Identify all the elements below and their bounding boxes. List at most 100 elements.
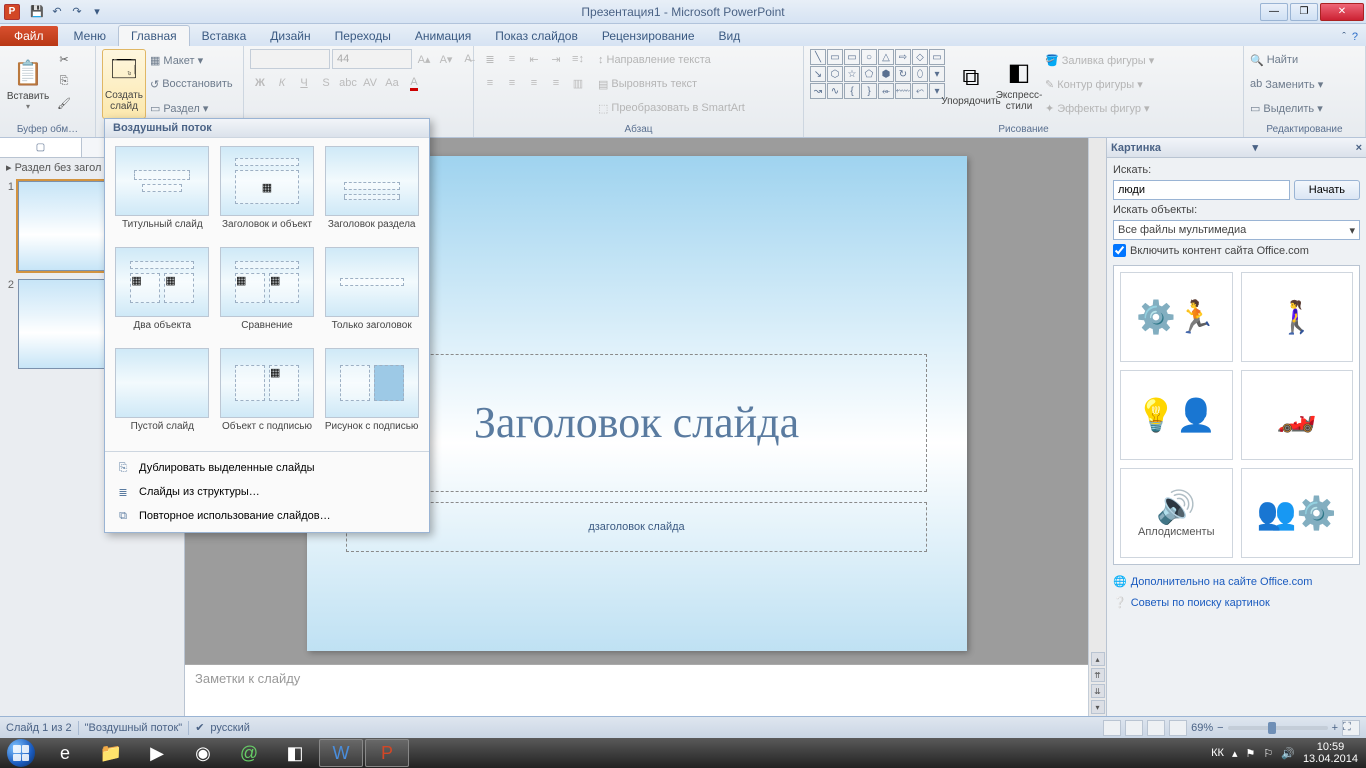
grow-font-icon[interactable]: A▴ — [414, 49, 434, 69]
select-button[interactable]: ▭Выделить ▾ — [1250, 97, 1323, 119]
tray-network-icon[interactable]: ⚑ — [1245, 747, 1255, 760]
find-button[interactable]: 🔍Найти — [1250, 49, 1323, 71]
shape-effects-button[interactable]: ✦Эффекты фигур ▾ — [1045, 97, 1154, 119]
search-input[interactable] — [1113, 180, 1290, 200]
zoom-slider[interactable] — [1228, 726, 1328, 730]
sorter-view-icon[interactable] — [1125, 720, 1143, 736]
tab-slideshow[interactable]: Показ слайдов — [483, 26, 590, 46]
copy-icon[interactable]: ⎘ — [54, 71, 74, 91]
taskpane-dropdown-icon[interactable]: ▾ — [1253, 141, 1259, 154]
layout-picture-caption[interactable]: Рисунок с подписью — [322, 348, 421, 443]
bold-icon[interactable]: Ж — [250, 73, 270, 93]
strike-icon[interactable]: S — [316, 73, 336, 93]
quick-styles-button[interactable]: ◧ Экспресс-стили — [997, 49, 1041, 119]
layout-title-only[interactable]: Только заголовок — [322, 247, 421, 342]
next-slide-icon[interactable]: ⇊ — [1091, 684, 1105, 698]
clip-item[interactable]: 🚶‍♀️ — [1241, 272, 1354, 362]
justify-icon[interactable]: ≡ — [546, 73, 566, 93]
shape-outline-button[interactable]: ✎Контур фигуры ▾ — [1045, 73, 1154, 95]
taskpane-close-icon[interactable]: × — [1356, 142, 1362, 154]
title-placeholder[interactable]: Заголовок слайда — [346, 354, 927, 493]
layout-title-content[interactable]: ▦Заголовок и объект — [218, 146, 317, 241]
cut-icon[interactable]: ✂ — [54, 49, 74, 69]
taskbar-chrome-icon[interactable]: ◉ — [181, 739, 225, 767]
undo-icon[interactable]: ↶ — [48, 3, 66, 21]
align-left-icon[interactable]: ≡ — [480, 73, 500, 93]
arrange-button[interactable]: ⧉ Упорядочить — [949, 49, 993, 119]
tab-view[interactable]: Вид — [707, 26, 753, 46]
tray-flag-icon[interactable]: ▴ — [1232, 747, 1238, 760]
status-language[interactable]: русский — [210, 722, 249, 734]
format-painter-icon[interactable]: 🖌 — [54, 93, 74, 113]
italic-icon[interactable]: К — [272, 73, 292, 93]
office-more-link[interactable]: 🌐Дополнительно на сайте Office.com — [1113, 573, 1360, 590]
tray-lang[interactable]: КК — [1211, 747, 1224, 759]
slides-from-outline-item[interactable]: ≣Слайды из структуры… — [105, 480, 429, 504]
slideshow-view-icon[interactable] — [1169, 720, 1187, 736]
font-name-combo[interactable] — [250, 49, 330, 69]
numbering-icon[interactable]: ≡ — [502, 49, 522, 69]
close-button[interactable]: ✕ — [1320, 3, 1364, 21]
smartart-button[interactable]: ⬚Преобразовать в SmartArt — [598, 97, 745, 119]
inc-indent-icon[interactable]: ⇥ — [546, 49, 566, 69]
new-slide-button[interactable]: 🗔 Создать слайд — [102, 49, 146, 119]
taskbar-explorer-icon[interactable]: 📁 — [89, 739, 133, 767]
layout-title-slide[interactable]: Титульный слайд — [113, 146, 212, 241]
align-text-button[interactable]: ▤Выровнять текст — [598, 73, 745, 95]
normal-view-icon[interactable] — [1103, 720, 1121, 736]
prev-slide-icon[interactable]: ⇈ — [1091, 668, 1105, 682]
objects-select[interactable]: Все файлы мультимедиа▾ — [1113, 220, 1360, 240]
vertical-scrollbar[interactable]: ▴ ⇈ ⇊ ▾ — [1088, 138, 1106, 716]
tab-design[interactable]: Дизайн — [258, 26, 322, 46]
clip-item[interactable]: ⚙️🏃 — [1120, 272, 1233, 362]
search-tips-link[interactable]: ❔Советы по поиску картинок — [1113, 594, 1360, 611]
tray-clock[interactable]: 10:5913.04.2014 — [1303, 741, 1358, 765]
office-content-checkbox[interactable]: Включить контент сайта Office.com — [1113, 244, 1360, 257]
slides-tab[interactable]: ▢ — [0, 138, 82, 157]
scroll-down-icon[interactable]: ▾ — [1091, 700, 1105, 714]
search-go-button[interactable]: Начать — [1294, 180, 1360, 200]
line-spacing-icon[interactable]: ≡↕ — [568, 49, 588, 69]
taskbar-media-icon[interactable]: ▶ — [135, 739, 179, 767]
minimize-button[interactable]: — — [1260, 3, 1288, 21]
columns-icon[interactable]: ▥ — [568, 73, 588, 93]
tab-insert[interactable]: Вставка — [190, 26, 259, 46]
help-icon[interactable]: ? — [1352, 31, 1358, 43]
tab-file[interactable]: Файл — [0, 26, 58, 46]
bullets-icon[interactable]: ≣ — [480, 49, 500, 69]
tab-review[interactable]: Рецензирование — [590, 26, 707, 46]
layout-button[interactable]: ▦Макет ▾ — [150, 49, 233, 71]
paste-button[interactable]: 📋 Вставить ▾ — [6, 49, 50, 119]
clip-item[interactable]: 🏎️ — [1241, 370, 1354, 460]
text-direction-button[interactable]: ↕Направление текста — [598, 49, 745, 71]
reset-button[interactable]: ↺Восстановить — [150, 73, 233, 95]
shapes-gallery[interactable]: ╲▭▭○△⇨◇▭ ↘⬡☆⬠⬢↻⬯▾ ↝∿{}⬰⬳⬿▾ — [810, 49, 945, 99]
zoom-in-icon[interactable]: + — [1332, 722, 1338, 734]
layout-two-content[interactable]: ▦▦Два объекта — [113, 247, 212, 342]
reading-view-icon[interactable] — [1147, 720, 1165, 736]
layout-comparison[interactable]: ▦▦Сравнение — [218, 247, 317, 342]
duplicate-slides-item[interactable]: ⎘Дублировать выделенные слайды — [105, 456, 429, 480]
shadow-icon[interactable]: abc — [338, 73, 358, 93]
align-center-icon[interactable]: ≡ — [502, 73, 522, 93]
fit-view-icon[interactable]: ⛶ — [1342, 720, 1360, 736]
font-color-icon[interactable]: A — [404, 73, 424, 93]
start-button[interactable] — [0, 738, 42, 768]
notes-pane[interactable]: Заметки к слайду — [185, 664, 1088, 716]
layout-content-caption[interactable]: ▦Объект с подписью — [218, 348, 317, 443]
redo-icon[interactable]: ↷ — [68, 3, 86, 21]
section-button[interactable]: ▭Раздел ▾ — [150, 97, 233, 119]
tray-volume-icon[interactable]: 🔊 — [1281, 747, 1295, 760]
scroll-up-icon[interactable]: ▴ — [1091, 652, 1105, 666]
underline-icon[interactable]: Ч — [294, 73, 314, 93]
zoom-value[interactable]: 69% — [1191, 722, 1213, 734]
dec-indent-icon[interactable]: ⇤ — [524, 49, 544, 69]
save-icon[interactable]: 💾 — [28, 3, 46, 21]
tab-transitions[interactable]: Переходы — [323, 26, 403, 46]
maximize-button[interactable]: ❐ — [1290, 3, 1318, 21]
layout-section-header[interactable]: Заголовок раздела — [322, 146, 421, 241]
replace-button[interactable]: abЗаменить ▾ — [1250, 73, 1323, 95]
tab-menu[interactable]: Меню — [62, 26, 118, 46]
subtitle-placeholder[interactable]: дзаголовок слайда — [346, 502, 927, 552]
clip-item[interactable]: 💡👤 — [1120, 370, 1233, 460]
